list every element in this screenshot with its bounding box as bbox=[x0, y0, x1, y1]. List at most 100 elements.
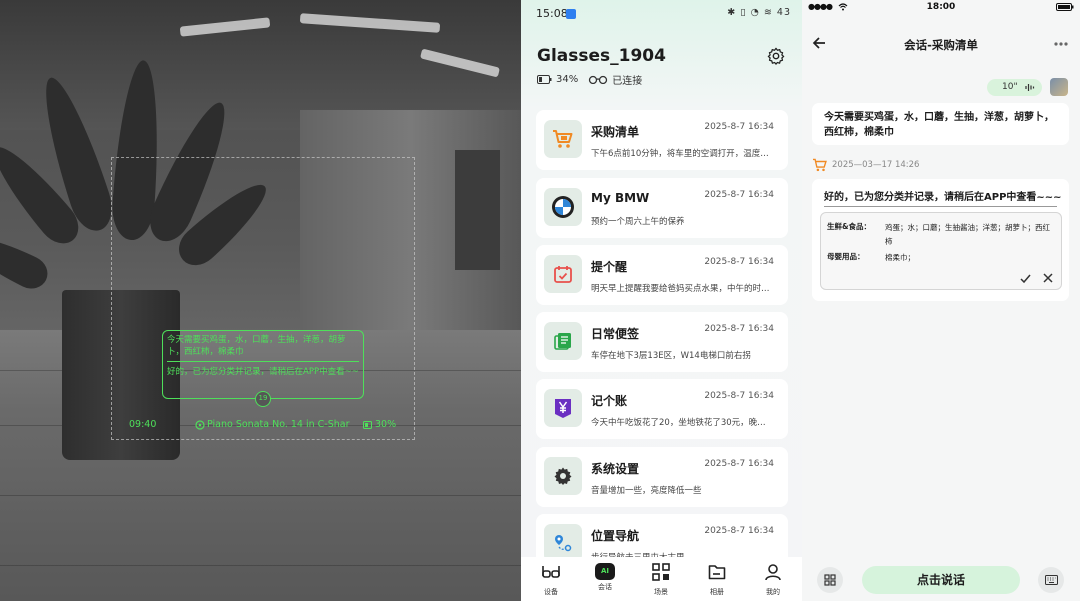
card-icon-tile bbox=[544, 188, 582, 226]
battery-level: 34% bbox=[556, 74, 579, 85]
user-message-bubble: 今天需要买鸡蛋，水，口蘑，生抽，洋葱，胡萝卜，西红柿，棉柔巾 bbox=[812, 103, 1069, 145]
screenshot-root: 今天需要买鸡蛋，水，口蘑，生抽，洋葱，胡萝卜，西红柿，棉柔巾 好的，已为您分类并… bbox=[0, 0, 1080, 601]
chat-input-bar: 点击说话 bbox=[802, 557, 1080, 601]
notification-icon bbox=[566, 9, 576, 19]
talk-button[interactable]: 点击说话 bbox=[862, 566, 1020, 594]
status-bar: 15:08 ✱ ▯ ◔ ≋ 43 bbox=[536, 7, 791, 23]
scene-grid-button[interactable] bbox=[817, 567, 843, 593]
yen-icon bbox=[555, 399, 571, 418]
scene-card-reminder[interactable]: 提个醒 2025-8-7 16:34 明天早上提醒我要给爸妈买点水果，中午的时… bbox=[536, 245, 788, 305]
bmw-logo-icon bbox=[552, 196, 574, 218]
tab-label: 相册 bbox=[710, 588, 724, 596]
list-row: 母婴用品： 棉柔巾； bbox=[827, 251, 1055, 265]
card-title: 位置导航 bbox=[591, 529, 640, 543]
battery-icon bbox=[1056, 3, 1074, 11]
list-category: 母婴用品： bbox=[827, 252, 865, 261]
scene-card-bookkeeping[interactable]: 记个账 2025-8-7 16:34 今天中午吃饭花了20，坐地铁花了30元，晚… bbox=[536, 379, 788, 439]
hud-time: 09:40 bbox=[129, 419, 157, 430]
card-date: 2025-8-7 16:34 bbox=[704, 190, 774, 200]
scene-card-shopping[interactable]: 采购清单 2025-8-7 16:34 下午6点前10分钟，将车里的空调打开，温… bbox=[536, 110, 788, 170]
plant-leaf bbox=[0, 226, 54, 295]
grid-icon bbox=[652, 563, 670, 581]
assistant-message-bubble: 好的，已为您分类并记录，请稍后在APP中查看~~~ 生鲜&食品： 鸡蛋；水；口蘑… bbox=[812, 179, 1069, 301]
assistant-reply: 好的，已为您分类并记录，请稍后在APP中查看~~~ bbox=[824, 192, 1062, 203]
doorway bbox=[455, 150, 500, 270]
chat-title: 会话-采购清单 bbox=[904, 38, 978, 52]
ar-glasses-view: 今天需要买鸡蛋，水，口蘑，生抽，洋葱，胡萝卜，西红柿，棉柔巾 好的，已为您分类并… bbox=[0, 0, 521, 601]
list-category: 生鲜&食品： bbox=[827, 222, 872, 231]
tab-label: 设备 bbox=[544, 588, 558, 596]
chat-screen: ●●●● 18:00 会话-采购清单 10" 今天需要买鸡蛋，水，口蘑，生抽，洋… bbox=[802, 0, 1080, 601]
card-date: 2025-8-7 16:34 bbox=[704, 459, 774, 469]
map-pin-icon bbox=[555, 535, 572, 552]
scene-card-bmw[interactable]: My BMW 2025-8-7 16:34 预约一个周六上午的保养 bbox=[536, 178, 788, 238]
folder-icon bbox=[708, 565, 726, 580]
assistant-timestamp: 2025—03—17 14:26 bbox=[832, 160, 920, 170]
scene-card-system-settings[interactable]: 系统设置 2025-8-7 16:34 音量增加一些，亮度降低一些 bbox=[536, 447, 788, 507]
hud-divider bbox=[167, 361, 359, 362]
tab-scenes[interactable]: 场景 bbox=[641, 563, 681, 597]
list-items: 鸡蛋；水；口蘑；生抽酱油；洋葱；胡萝卜；西红柿 bbox=[885, 223, 1050, 246]
card-title: 系统设置 bbox=[591, 462, 640, 476]
voice-duration: 10" bbox=[1002, 82, 1018, 92]
scene-card-notes[interactable]: 日常便签 2025-8-7 16:34 车停在地下3层13E区，W14电梯口前右… bbox=[536, 312, 788, 372]
voice-message[interactable]: 10" bbox=[987, 79, 1042, 96]
card-icon-tile bbox=[544, 457, 582, 495]
battery-icon bbox=[537, 75, 552, 84]
tab-devices[interactable]: 设备 bbox=[531, 563, 571, 597]
card-icon-tile bbox=[544, 255, 582, 293]
list-actions bbox=[1020, 273, 1053, 284]
gear-icon bbox=[554, 467, 572, 485]
ai-chat-icon: AI bbox=[595, 563, 615, 580]
hud-user-text: 今天需要买鸡蛋，水，口蘑，生抽，洋葱，胡萝卜，西红柿，棉柔巾 bbox=[167, 335, 346, 357]
tab-conversation[interactable]: AI 会话 bbox=[585, 563, 625, 592]
calendar-icon bbox=[554, 266, 572, 283]
waveform-icon bbox=[1025, 84, 1035, 91]
card-icon-tile bbox=[544, 322, 582, 360]
hud-reply-text: 好的，已为您分类并记录，请稍后在APP中查看~~ bbox=[167, 367, 359, 377]
bottom-tab-bar: 设备 AI 会话 场景 相册 我的 bbox=[521, 557, 802, 601]
user-avatar bbox=[1050, 78, 1068, 96]
assistant-timestamp-row: 2025—03—17 14:26 bbox=[812, 158, 919, 172]
keyboard-button[interactable] bbox=[1038, 567, 1064, 593]
card-preview: 下午6点前10分钟，将车里的空调打开，温度… bbox=[591, 149, 769, 159]
person-icon bbox=[765, 564, 781, 581]
card-date: 2025-8-7 16:34 bbox=[704, 526, 774, 536]
card-preview: 车停在地下3层13E区，W14电梯口前右拐 bbox=[591, 351, 751, 361]
shopping-list-box: 生鲜&食品： 鸡蛋；水；口蘑；生抽酱油；洋葱；胡萝卜；西红柿 母婴用品： 棉柔巾… bbox=[820, 212, 1062, 290]
card-icon-tile bbox=[544, 389, 582, 427]
status-time: 15:08 bbox=[536, 7, 568, 20]
card-title: 记个账 bbox=[591, 394, 628, 408]
settings-gear-icon[interactable] bbox=[767, 47, 785, 65]
card-date: 2025-8-7 16:34 bbox=[704, 122, 774, 132]
app-home-screen: 15:08 ✱ ▯ ◔ ≋ 43 Glasses_1904 34% 已连接 采购… bbox=[521, 0, 802, 601]
hud-battery-value: 30% bbox=[375, 419, 397, 430]
card-date: 2025-8-7 16:34 bbox=[704, 257, 774, 267]
hud-badge: 19 bbox=[255, 391, 271, 407]
close-icon[interactable] bbox=[1043, 273, 1053, 283]
notes-icon bbox=[554, 333, 571, 350]
hud-music-title: Piano Sonata No. 14 in C-Shar bbox=[207, 419, 350, 430]
grid-icon bbox=[824, 574, 836, 586]
tab-label: 会话 bbox=[598, 583, 612, 591]
glasses-icon bbox=[589, 75, 608, 84]
tab-me[interactable]: 我的 bbox=[753, 563, 793, 597]
tab-album[interactable]: 相册 bbox=[697, 563, 737, 597]
hud-message-card: 今天需要买鸡蛋，水，口蘑，生抽，洋葱，胡萝卜，西红柿，棉柔巾 好的，已为您分类并… bbox=[162, 330, 364, 399]
card-preview: 音量增加一些，亮度降低一些 bbox=[591, 486, 702, 496]
hud-battery: 30% bbox=[363, 419, 396, 430]
card-preview: 明天早上提醒我要给爸妈买点水果，中午的时… bbox=[591, 284, 770, 294]
card-date: 2025-8-7 16:34 bbox=[704, 391, 774, 401]
shopping-cart-icon bbox=[553, 130, 573, 148]
tab-label: 场景 bbox=[654, 588, 668, 596]
more-options-icon[interactable] bbox=[1054, 42, 1068, 46]
list-row: 生鲜&食品： 鸡蛋；水；口蘑；生抽酱油；洋葱；胡萝卜；西红柿 bbox=[827, 221, 1055, 249]
status-bar: ●●●● 18:00 bbox=[808, 2, 1074, 14]
hud-music: Piano Sonata No. 14 in C-Shar bbox=[195, 419, 350, 430]
music-icon bbox=[195, 419, 205, 430]
confirm-check-icon[interactable] bbox=[1020, 273, 1031, 284]
glasses-icon bbox=[542, 566, 560, 578]
shopping-cart-icon bbox=[813, 158, 827, 172]
card-title: 日常便签 bbox=[591, 327, 640, 341]
keyboard-icon bbox=[1044, 575, 1058, 585]
